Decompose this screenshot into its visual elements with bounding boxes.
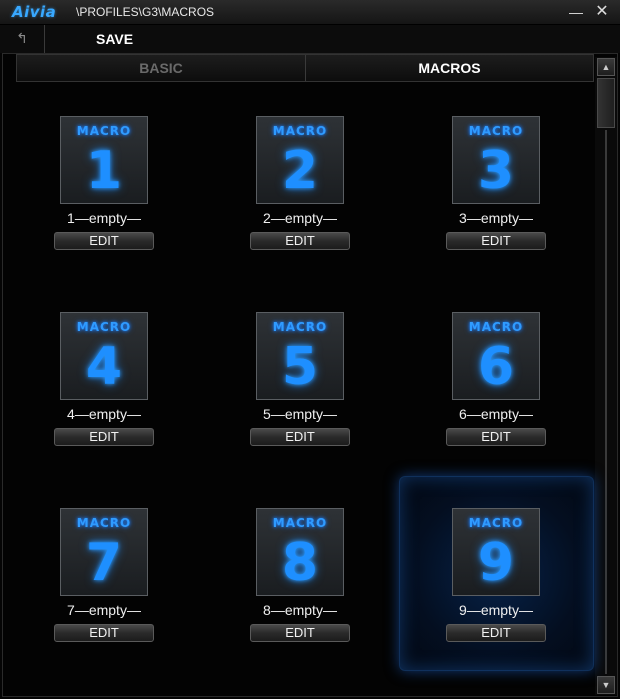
scroll-down-button[interactable]: ▼ (597, 676, 615, 694)
macro-4-edit-button[interactable]: EDIT (54, 428, 154, 446)
macro-3-edit-button[interactable]: EDIT (446, 232, 546, 250)
macro-8-label: 8—empty— (263, 602, 337, 618)
tab-bar: BASIC MACROS (16, 54, 594, 82)
macro-6-label: 6—empty— (459, 406, 533, 422)
macro-5-icon[interactable]: MACRO 5 (256, 312, 344, 400)
back-button[interactable]: ↰ (0, 25, 45, 53)
minimize-button[interactable]: — (566, 2, 586, 22)
arrow-down-icon: ▼ (601, 680, 611, 690)
macro-9-icon[interactable]: MACRO 9 (452, 508, 540, 596)
tab-basic[interactable]: BASIC (17, 55, 306, 81)
close-button[interactable]: ✕ (592, 2, 612, 22)
macro-5-edit-button[interactable]: EDIT (250, 428, 350, 446)
macro-9-label: 9—empty— (459, 602, 533, 618)
macro-6-edit-button[interactable]: EDIT (446, 428, 546, 446)
back-arrow-icon: ↰ (16, 30, 28, 46)
macro-1-icon[interactable]: MACRO 1 (60, 116, 148, 204)
macro-7-edit-button[interactable]: EDIT (54, 624, 154, 642)
macro-word: MACRO (468, 516, 524, 530)
macro-word: MACRO (272, 320, 328, 334)
scrollbar-rail (605, 130, 607, 674)
save-button[interactable]: SAVE (96, 31, 133, 47)
macro-3-label: 3—empty— (459, 210, 533, 226)
scroll-up-button[interactable]: ▲ (597, 58, 615, 76)
macro-number: 3 (477, 141, 515, 201)
macro-2-icon[interactable]: MACRO 2 (256, 116, 344, 204)
macro-word: MACRO (76, 124, 132, 138)
macro-1-edit-button[interactable]: EDIT (54, 232, 154, 250)
macro-4-icon[interactable]: MACRO 4 (60, 312, 148, 400)
macro-number: 7 (85, 533, 123, 593)
macro-word: MACRO (272, 124, 328, 138)
macro-number: 8 (281, 533, 319, 593)
macro-1-label: 1—empty— (67, 210, 141, 226)
macro-7-icon[interactable]: MACRO 7 (60, 508, 148, 596)
macro-3-icon[interactable]: MACRO 3 (452, 116, 540, 204)
macro-2-edit-button[interactable]: EDIT (250, 232, 350, 250)
macro-5-label: 5—empty— (263, 406, 337, 422)
macro-9-edit-button[interactable]: EDIT (446, 624, 546, 642)
macro-6-icon[interactable]: MACRO 6 (452, 312, 540, 400)
macro-number: 9 (477, 533, 515, 593)
macro-7-label: 7—empty— (67, 602, 141, 618)
macro-word: MACRO (468, 320, 524, 334)
macro-word: MACRO (76, 516, 132, 530)
macro-number: 5 (281, 337, 319, 397)
macro-word: MACRO (76, 320, 132, 334)
toolbar: ↰ SAVE (0, 25, 620, 53)
tab-macros[interactable]: MACROS (306, 55, 593, 81)
macro-word: MACRO (272, 516, 328, 530)
macro-word: MACRO (468, 124, 524, 138)
aivia-logo: Aivia (12, 3, 57, 21)
macro-number: 2 (281, 141, 319, 201)
macro-number: 6 (477, 337, 515, 397)
macro-4-label: 4—empty— (67, 406, 141, 422)
macro-number: 4 (85, 337, 123, 397)
scrollbar-thumb[interactable] (597, 78, 615, 128)
profile-path: \PROFILES\G3\MACROS (76, 5, 215, 19)
macro-8-edit-button[interactable]: EDIT (250, 624, 350, 642)
macro-2-label: 2—empty— (263, 210, 337, 226)
arrow-up-icon: ▲ (601, 62, 611, 72)
macro-number: 1 (85, 141, 123, 201)
title-bar: Aivia \PROFILES\G3\MACROS — ✕ (0, 0, 620, 25)
macro-8-icon[interactable]: MACRO 8 (256, 508, 344, 596)
